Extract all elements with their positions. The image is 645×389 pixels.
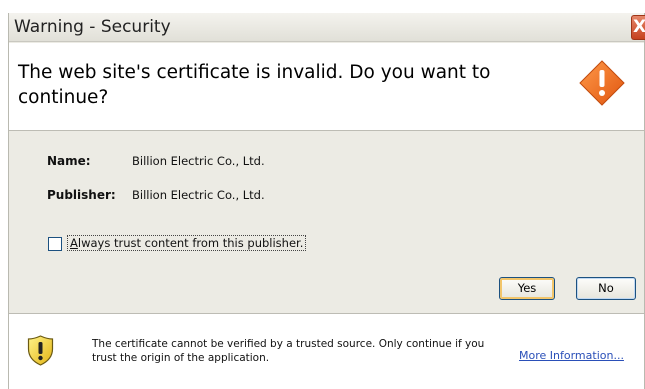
- name-label: Name:: [47, 154, 91, 168]
- name-value: Billion Electric Co., Ltd.: [132, 154, 265, 168]
- window-title: Warning - Security: [14, 17, 171, 37]
- more-information-link[interactable]: More Information...: [519, 349, 624, 362]
- always-trust-text: lways trust content from this publisher.: [77, 236, 304, 250]
- warning-diamond-icon: [579, 60, 625, 106]
- header-message: The web site's certificate is invalid. D…: [18, 62, 491, 108]
- more-info-text: ore Information...: [528, 349, 624, 362]
- always-trust-accel: A: [70, 236, 78, 250]
- publisher-value: Billion Electric Co., Ltd.: [132, 188, 265, 202]
- footer-message: The certificate cannot be verified by a …: [92, 338, 485, 364]
- dialog-footer: The certificate cannot be verified by a …: [9, 313, 644, 389]
- close-button[interactable]: X: [631, 15, 645, 40]
- yes-button[interactable]: Yes: [499, 277, 555, 300]
- dialog-header: The web site's certificate is invalid. D…: [9, 43, 644, 131]
- always-trust-label[interactable]: Always trust content from this publisher…: [67, 235, 307, 251]
- shield-warning-icon: [27, 335, 54, 366]
- always-trust-checkbox[interactable]: [48, 237, 62, 251]
- publisher-label: Publisher:: [47, 188, 116, 202]
- more-info-accel: M: [519, 349, 529, 362]
- title-bar[interactable]: Warning - Security X: [9, 13, 645, 42]
- security-warning-dialog: Warning - Security X The web site's cert…: [8, 13, 645, 389]
- close-icon: X: [633, 17, 645, 37]
- no-button[interactable]: No: [576, 277, 636, 300]
